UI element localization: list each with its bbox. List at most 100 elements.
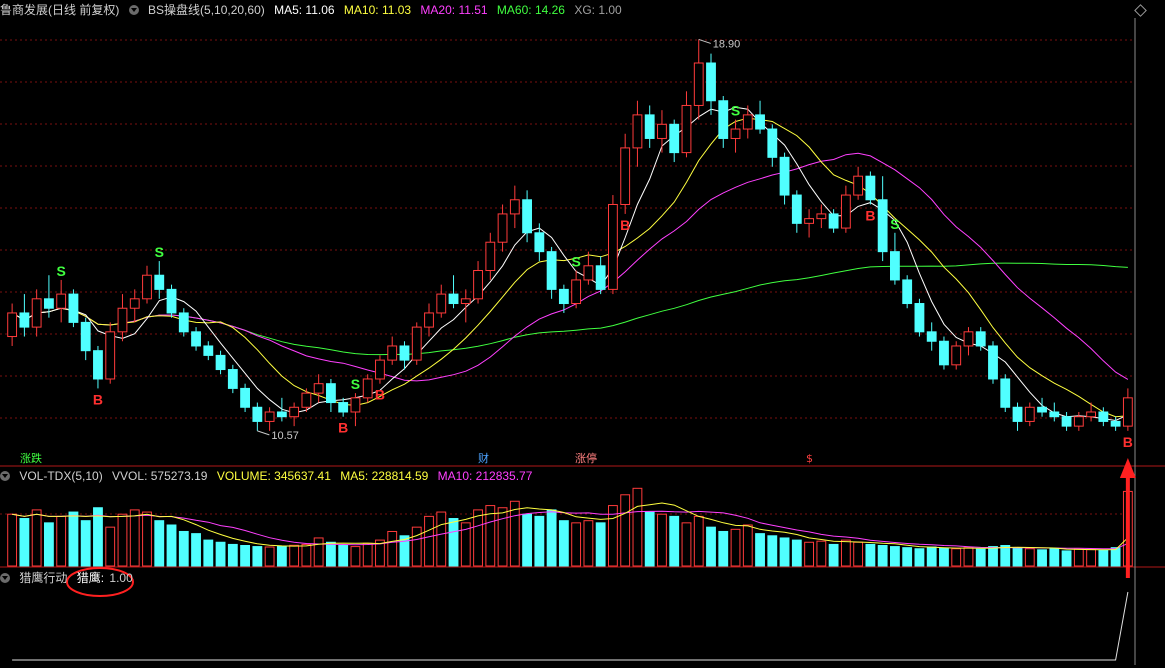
volume-bar (951, 548, 962, 567)
ma60-value: MA60: 14.26 (496, 3, 565, 17)
candle-body (276, 411, 287, 418)
volume-bar (424, 515, 434, 567)
candle-body (706, 62, 716, 102)
candle-body (583, 265, 594, 281)
buy-signal: B (375, 387, 385, 403)
volume-bar (68, 511, 79, 567)
candle-body (252, 406, 263, 422)
volume-bar (902, 547, 913, 567)
volume-bar (865, 543, 876, 567)
candle-body (350, 397, 361, 413)
candle-body (1122, 397, 1133, 427)
volume-bar (1024, 548, 1035, 567)
candle-body (7, 312, 18, 338)
candle-body (424, 312, 434, 328)
buy-signal: B (620, 217, 630, 233)
volume-bar (1110, 547, 1121, 567)
candle-body (387, 345, 398, 361)
bottom-indicator-name: 猎鹰行动 (19, 571, 68, 585)
candle-body (546, 251, 557, 290)
volume-bar (350, 546, 361, 567)
ma5-line (11, 106, 1129, 422)
volume-bar (706, 526, 716, 567)
buy-signal: B (93, 391, 103, 407)
candle-body (988, 345, 998, 380)
candle-body (607, 203, 618, 290)
candle-body (1073, 416, 1084, 427)
candle-body (632, 114, 643, 149)
volume-bar (203, 539, 214, 567)
candle-body (301, 392, 312, 408)
bottom-value: 1.00 (109, 571, 133, 585)
candle-body (497, 213, 508, 243)
volume-bar (362, 542, 373, 567)
candle-body (693, 62, 704, 106)
volume-bar (240, 545, 251, 567)
candle-body (1037, 406, 1047, 413)
low-pointer (257, 430, 270, 436)
candle-body (975, 331, 986, 347)
volume-bar (191, 533, 201, 567)
dropdown-icon[interactable] (128, 5, 139, 15)
event-label: 财 (478, 451, 489, 465)
ma10-value: MA10: 11.03 (343, 3, 412, 17)
candle-body (1024, 406, 1035, 422)
volume-bar (595, 522, 606, 567)
candle-body (816, 213, 827, 220)
candle-body (1098, 411, 1109, 422)
volume-bar (1037, 549, 1047, 567)
candle-body (240, 387, 251, 408)
candle-body (56, 293, 67, 309)
arrow-head (1119, 458, 1136, 478)
volume-bar (681, 522, 692, 567)
volume-bar (877, 545, 888, 567)
candle-body (718, 100, 729, 139)
candle-body (595, 265, 606, 290)
volume-bar (325, 541, 336, 567)
event-label: $ (806, 452, 813, 465)
volume-bar (546, 509, 557, 567)
candle-body (436, 293, 447, 314)
volume-bar (804, 541, 815, 567)
high-label: 18.90 (713, 38, 741, 50)
candle-body (1110, 420, 1121, 427)
candle-body (853, 175, 864, 196)
volume-bar (939, 547, 949, 567)
ma60-line (11, 262, 1128, 356)
volume-bar (1061, 550, 1072, 567)
volume-bar (1098, 549, 1109, 567)
volume-bar (975, 548, 986, 567)
candle-body (828, 213, 839, 229)
volume-bar (1073, 548, 1084, 567)
candle-body (877, 199, 888, 253)
candle-body (730, 128, 741, 139)
volume-bar (1086, 549, 1097, 567)
dropdown-icon[interactable] (0, 573, 10, 583)
vol-ma10-value: MA10: 212835.77 (437, 469, 533, 483)
volume-bar (755, 533, 765, 567)
volume-bar (215, 541, 226, 567)
candle-body (129, 298, 140, 309)
candle-body (522, 199, 533, 234)
volume-bar (840, 539, 851, 567)
volume-bar (264, 546, 275, 567)
volume-bar (522, 513, 533, 567)
high-pointer (698, 38, 711, 44)
candle-body (166, 288, 177, 314)
volume-bar (313, 537, 324, 567)
buy-signal: B (338, 420, 348, 436)
candle-body (644, 114, 655, 139)
volume-bar (730, 528, 741, 567)
dropdown-icon[interactable] (0, 471, 10, 481)
volume-bar (80, 520, 91, 567)
candle-body (939, 340, 949, 366)
volume-bar (56, 515, 67, 567)
volume-header: VOL-TDX(5,10) VVOL: 575273.19 VOLUME: 34… (0, 468, 538, 484)
candle-body (755, 114, 765, 130)
volume-bar (19, 518, 30, 567)
candle-body (889, 251, 900, 281)
vol-ma5-value: MA5: 228814.59 (340, 469, 429, 483)
candle-body (19, 312, 30, 328)
volume-bar (988, 546, 998, 567)
candle-body (779, 156, 790, 196)
